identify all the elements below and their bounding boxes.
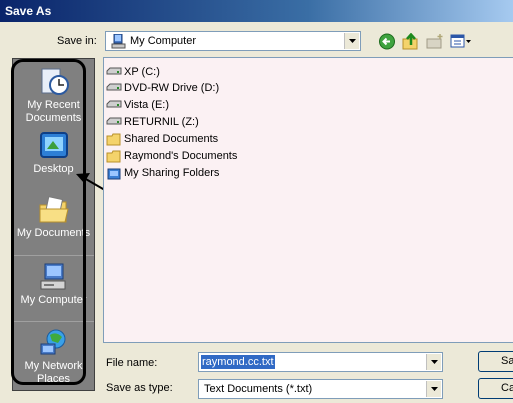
file-name: XP (C:) xyxy=(124,66,160,78)
new-folder-icon[interactable] xyxy=(426,33,444,50)
drive-icon xyxy=(106,67,122,75)
list-item[interactable]: Raymond's Documents xyxy=(106,148,237,164)
file-name: Shared Documents xyxy=(124,133,219,145)
save-as-type-value: Text Documents (*.txt) xyxy=(204,383,313,395)
drive-icon xyxy=(106,117,122,125)
sharing-folder-icon xyxy=(107,168,121,179)
file-name: My Sharing Folders xyxy=(124,167,220,179)
title-bar: Save As xyxy=(0,0,513,22)
list-item[interactable]: XP (C:) xyxy=(106,64,160,80)
file-name-field[interactable]: raymond.cc.txt xyxy=(198,352,443,372)
chevron-down-icon[interactable] xyxy=(426,381,441,397)
places-highlight-outline xyxy=(11,59,86,385)
file-name: Vista (E:) xyxy=(124,99,170,111)
list-item[interactable]: Vista (E:) xyxy=(106,97,169,113)
back-arrow-icon[interactable] xyxy=(378,33,396,50)
list-item[interactable]: Shared Documents xyxy=(106,131,218,147)
save-in-value: My Computer xyxy=(130,35,197,47)
save-as-type-label: Save as type: xyxy=(106,382,173,394)
list-item[interactable]: DVD-RW Drive (D:) xyxy=(106,80,219,96)
cancel-button-label: Ca xyxy=(501,382,513,394)
list-item[interactable]: My Sharing Folders xyxy=(106,165,219,181)
views-menu-icon[interactable] xyxy=(450,33,472,50)
file-name-label: File name: xyxy=(106,357,158,369)
chevron-down-icon[interactable] xyxy=(344,33,359,49)
file-list[interactable]: XP (C:) DVD-RW Drive (D:) Vista (E:) RET… xyxy=(103,57,513,343)
file-name-value: raymond.cc.txt xyxy=(201,355,275,369)
file-name: RETURNIL (Z:) xyxy=(124,116,199,128)
save-button-label: Sa xyxy=(501,355,513,367)
up-folder-icon[interactable] xyxy=(402,33,420,50)
chevron-down-icon[interactable] xyxy=(426,354,441,370)
drive-icon xyxy=(106,100,122,108)
list-item[interactable]: RETURNIL (Z:) xyxy=(106,114,199,130)
file-name: Raymond's Documents xyxy=(124,150,238,162)
file-name: DVD-RW Drive (D:) xyxy=(124,82,220,94)
save-in-dropdown[interactable]: My Computer xyxy=(105,31,361,51)
save-button[interactable]: Sa xyxy=(478,351,513,372)
my-computer-icon xyxy=(111,34,126,49)
cancel-button[interactable]: Ca xyxy=(478,378,513,399)
drive-icon xyxy=(106,83,122,91)
folder-icon xyxy=(106,133,121,145)
save-as-type-dropdown[interactable]: Text Documents (*.txt) xyxy=(198,379,443,399)
window-title: Save As xyxy=(5,4,52,18)
save-in-label: Save in: xyxy=(57,35,97,47)
folder-icon xyxy=(106,150,121,162)
